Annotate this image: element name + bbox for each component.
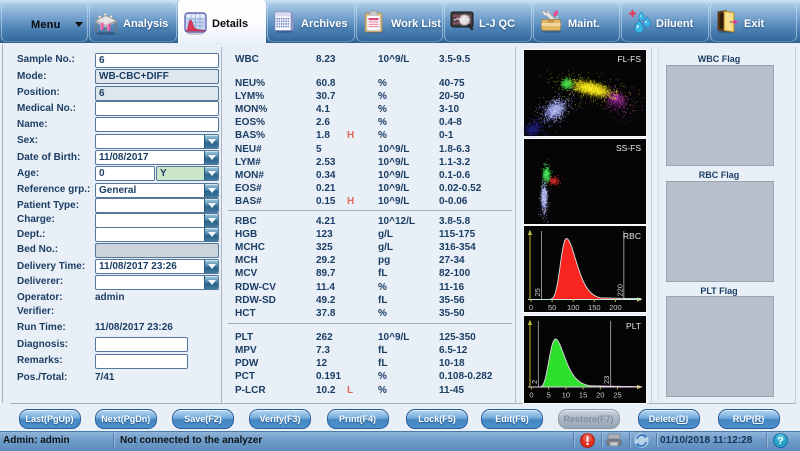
svg-text:?: ?: [777, 435, 783, 447]
svg-text:220: 220: [615, 284, 624, 297]
svg-text:PLT: PLT: [626, 321, 641, 331]
svg-text:150: 150: [588, 303, 601, 312]
svg-text:23: 23: [602, 376, 611, 384]
svg-text:50: 50: [548, 303, 556, 312]
svg-text:20: 20: [596, 391, 604, 400]
svg-text:FL-FS: FL-FS: [617, 54, 641, 64]
svg-text:10: 10: [562, 391, 570, 400]
svg-text:25: 25: [613, 391, 621, 400]
svg-text:100: 100: [567, 303, 580, 312]
svg-text:2: 2: [530, 380, 539, 384]
svg-text:5: 5: [547, 391, 551, 400]
svg-text:25: 25: [533, 288, 542, 296]
svg-text:0: 0: [529, 303, 533, 312]
svg-text:15: 15: [579, 391, 587, 400]
svg-text:0: 0: [529, 391, 533, 400]
svg-text:200: 200: [609, 303, 622, 312]
svg-text:SS-FS: SS-FS: [616, 143, 641, 153]
svg-text:RBC: RBC: [623, 231, 641, 241]
